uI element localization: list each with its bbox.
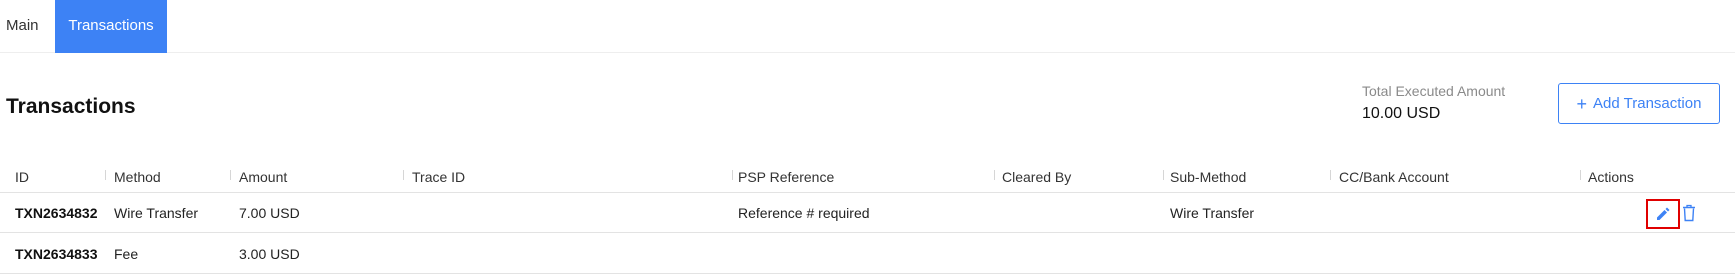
column-divider[interactable] [1163,170,1164,180]
column-header-trace-id[interactable]: Trace ID [412,169,465,185]
page-title: Transactions [6,95,136,118]
table-header: ID Method Amount Trace ID PSP Reference … [0,161,1735,193]
column-divider[interactable] [105,170,106,180]
tab-bar: Main Transactions [0,0,1735,53]
cell-id: TXN2634833 [15,246,98,262]
cell-amount: 7.00 USD [239,205,300,221]
cell-amount: 3.00 USD [239,246,300,262]
edit-button[interactable] [1646,199,1680,229]
column-header-actions: Actions [1588,169,1634,185]
column-header-account[interactable]: CC/Bank Account [1339,169,1449,185]
table-row[interactable]: TXN2634832 Wire Transfer 7.00 USD Refere… [0,193,1735,233]
column-header-method[interactable]: Method [114,169,161,185]
column-header-psp-reference[interactable]: PSP Reference [738,169,834,185]
column-divider[interactable] [994,170,995,180]
column-divider[interactable] [230,170,231,180]
column-header-cleared-by[interactable]: Cleared By [1002,169,1071,185]
table-row[interactable]: TXN2634833 Fee 3.00 USD [0,234,1735,274]
total-executed-label: Total Executed Amount [1362,83,1506,99]
total-executed-value: 10.00 USD [1362,105,1441,122]
tab-main[interactable]: Main [0,0,55,53]
tab-transactions[interactable]: Transactions [55,0,167,53]
column-divider[interactable] [1330,170,1331,180]
column-header-id[interactable]: ID [15,169,29,185]
cell-sub-method: Wire Transfer [1170,205,1255,221]
cell-method: Fee [114,246,139,262]
cell-psp-reference: Reference # required [738,205,870,221]
column-divider[interactable] [1580,170,1581,180]
add-transaction-button[interactable]: + Add Transaction [1558,83,1720,124]
add-transaction-label: Add Transaction [1593,95,1702,112]
cell-method: Wire Transfer [114,205,199,221]
pencil-icon [1657,207,1670,220]
plus-icon: + [1576,93,1588,114]
cell-id: TXN2634832 [15,205,98,221]
column-divider[interactable] [403,170,404,180]
column-header-sub-method[interactable]: Sub-Method [1170,169,1246,185]
trash-icon[interactable] [1682,204,1696,222]
column-header-amount[interactable]: Amount [239,169,287,185]
column-divider[interactable] [732,170,733,180]
